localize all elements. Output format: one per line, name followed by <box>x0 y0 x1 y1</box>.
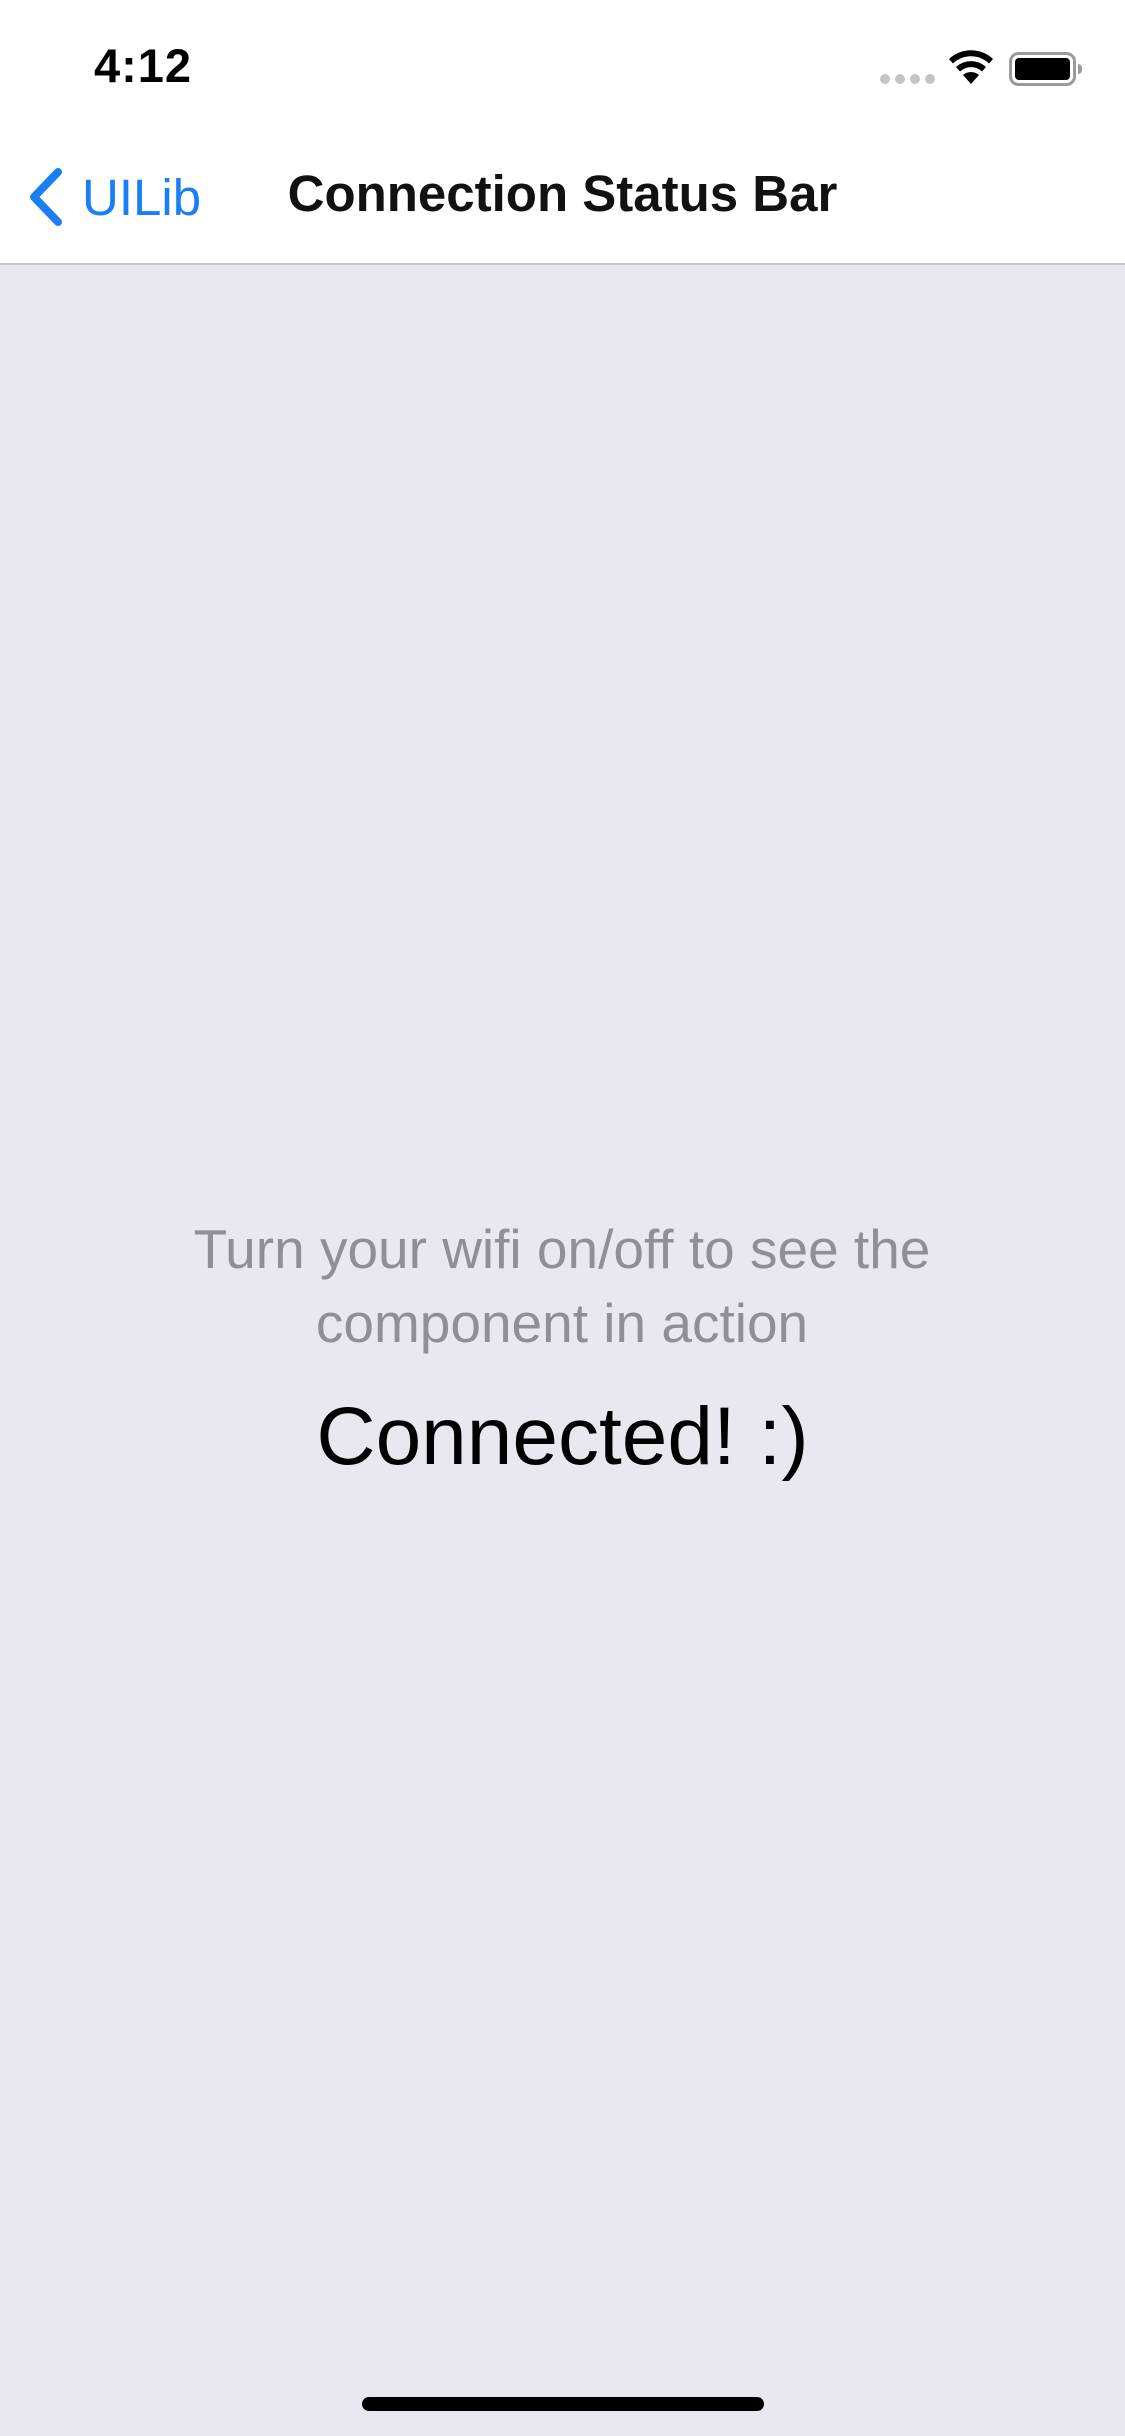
home-indicator[interactable] <box>362 2397 764 2411</box>
wifi-icon <box>949 50 993 84</box>
page-title: Connection Status Bar <box>287 165 838 222</box>
connection-status-label: Connected! :) <box>316 1391 809 1482</box>
status-bar: 4:12 <box>0 0 1125 132</box>
battery-icon <box>1009 52 1082 86</box>
cellular-signal-icon <box>880 74 936 86</box>
status-time: 4:12 <box>94 39 193 92</box>
screen: 4:12 UILib Connection Status Bar Turn yo… <box>0 0 1125 2436</box>
instruction-text: Turn your wifi on/off to see the compone… <box>193 1218 931 1354</box>
navigation-bar: UILib Connection Status Bar <box>0 132 1125 265</box>
